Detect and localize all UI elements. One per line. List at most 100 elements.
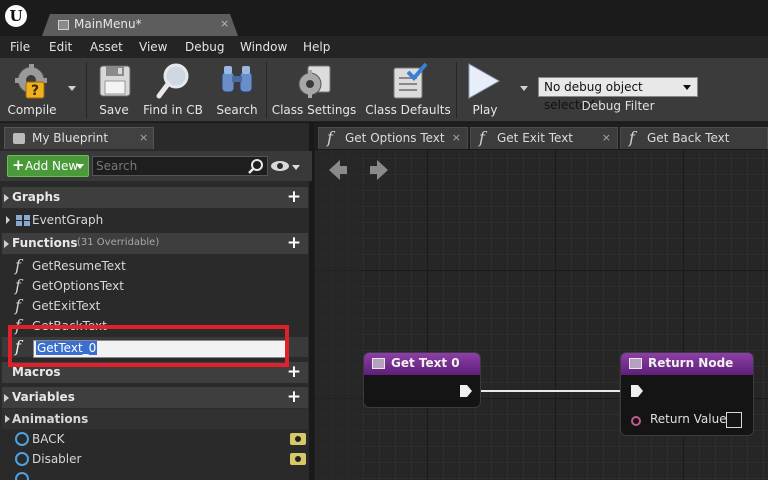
close-icon[interactable]: × [220,17,229,30]
node-title: Get Text 0 [391,356,460,370]
back-arrow-icon[interactable] [329,160,347,180]
exec-input-pin-icon[interactable] [630,384,644,398]
exec-wire[interactable] [477,390,629,392]
function-item-label: GetResumeText [32,259,126,273]
magnifier-icon [156,63,189,99]
menu-debug[interactable]: Debug [185,40,224,54]
chevron-down-icon[interactable] [292,165,300,170]
chevron-down-icon [76,164,84,169]
node-return[interactable]: Return Node Return Value [620,352,754,436]
toolbar-separator [86,62,87,118]
visibility-eye-icon[interactable] [290,433,306,445]
find-in-content-browser-button[interactable]: Find in CB [140,58,206,122]
return-value-checkbox[interactable] [726,412,742,428]
menu-file[interactable]: File [10,40,30,54]
search-button[interactable]: Search [212,58,262,122]
forward-arrow-icon[interactable] [370,160,388,180]
play-options-dropdown[interactable] [520,86,528,91]
toolbar-separator [456,62,457,118]
graph-item-eventgraph[interactable]: EventGraph [2,210,308,230]
close-icon[interactable]: × [602,131,611,144]
macros-header: Macros [12,365,61,379]
widget-blueprint-icon [58,20,69,30]
find-in-cb-label: Find in CB [143,103,203,117]
variable-type-icon [15,432,29,446]
compile-options-dropdown[interactable] [68,86,76,91]
function-icon: f [15,296,21,315]
svg-text:?: ? [31,83,39,99]
function-item[interactable]: f GetResumeText [2,256,308,276]
close-icon[interactable]: × [452,131,461,144]
tab-get-back-text[interactable]: f Get Back Text [620,127,768,149]
class-settings-gear-icon [298,65,331,98]
function-item[interactable]: f GetOptionsText [2,276,308,296]
search-input[interactable] [92,156,268,176]
play-button[interactable]: Play [460,58,510,122]
play-icon [468,63,501,99]
return-node-icon [629,358,642,369]
tab-get-options-text[interactable]: f Get Options Text × [318,127,468,149]
section-functions[interactable]: Functions (31 Overridable) + [2,233,308,255]
my-blueprint-tab[interactable]: My Blueprint × [4,127,154,149]
function-item-label: GetExitText [32,299,101,313]
variable-item[interactable]: BACK [2,429,308,449]
title-bar: U MainMenu* × [0,0,768,36]
return-value-label: Return Value [650,412,727,426]
class-defaults-button[interactable]: Class Defaults [364,58,452,122]
menu-asset[interactable]: Asset [90,40,123,54]
menu-help[interactable]: Help [303,40,330,54]
class-settings-button[interactable]: Class Settings [270,58,358,122]
function-item-label: GetOptionsText [32,279,124,293]
play-label: Play [472,103,498,117]
graph-tab-bar: f Get Options Text × f Get Exit Text × f… [314,123,768,149]
expand-arrow-icon [4,194,9,202]
search-label: Search [216,103,258,117]
section-graphs[interactable]: Graphs + [2,187,308,209]
function-item[interactable]: f GetExitText [2,296,308,316]
function-icon: f [327,128,333,147]
add-function-button[interactable]: + [286,235,302,252]
save-button[interactable]: Save [90,58,138,122]
my-blueprint-panel: My Blueprint × + Add New Graphs + EventG… [0,123,312,480]
search-icon[interactable] [248,158,264,174]
plus-icon: + [12,156,25,174]
visibility-eye-icon[interactable] [290,453,306,465]
variable-item-label: Disabler [32,452,82,466]
document-tab-main-menu[interactable]: MainMenu* × [42,14,238,36]
tab-label: Get Options Text [345,131,445,145]
graph-item-label: EventGraph [32,213,104,227]
menu-view[interactable]: View [139,40,167,54]
close-icon[interactable]: × [139,131,148,144]
variable-item[interactable]: Disabler [2,449,308,469]
node-get-text-0[interactable]: Get Text 0 [363,352,481,408]
node-title: Return Node [648,356,734,370]
view-options-eye-icon[interactable] [270,160,290,172]
menu-window[interactable]: Window [240,40,287,54]
category-animations[interactable]: Animations [2,409,308,429]
variable-item-partial[interactable] [2,469,308,480]
chevron-down-icon [683,85,691,90]
debug-object-select[interactable]: No debug object selected [538,77,698,112]
add-graph-button[interactable]: + [286,189,302,206]
section-variables[interactable]: Variables + [2,387,308,409]
add-variable-button[interactable]: + [286,389,302,406]
tab-get-exit-text[interactable]: f Get Exit Text × [470,127,618,149]
graphs-header: Graphs [12,190,61,204]
exec-output-pin-icon[interactable] [459,384,473,398]
class-defaults-checklist-icon [393,62,428,99]
my-blueprint-tab-label: My Blueprint [32,131,109,145]
menu-edit[interactable]: Edit [49,40,72,54]
class-settings-label: Class Settings [271,103,357,117]
debug-filter-label: Debug Filter [581,99,655,113]
toolbar-separator [266,62,267,118]
compile-label: Compile [7,103,57,117]
function-icon: f [629,128,635,147]
function-icon: f [479,128,485,147]
compile-gear-icon: ? [15,64,47,99]
return-value-pin-icon[interactable] [631,416,641,426]
compile-button[interactable]: ? Compile [2,58,62,122]
add-new-button[interactable]: + Add New [7,155,89,177]
event-graph-icon [6,215,30,226]
menu-bar: File Edit Asset View Debug Window Help [0,36,768,58]
class-defaults-label: Class Defaults [365,103,451,117]
